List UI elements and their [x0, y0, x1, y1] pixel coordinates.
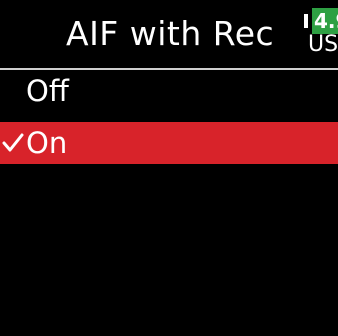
battery-tip-icon [304, 14, 308, 28]
screen-title: AIF with Rec [66, 14, 275, 53]
option-list: Off On [0, 70, 338, 174]
option-on-label: On [26, 126, 68, 160]
title-bar: AIF with Rec 4.9 USB [0, 0, 338, 68]
option-off-label: Off [26, 74, 69, 108]
option-off[interactable]: Off [0, 70, 338, 112]
battery-level: 4.9 [312, 8, 338, 34]
power-source-label: USB [308, 32, 338, 57]
option-on[interactable]: On [0, 122, 338, 164]
checkmark-icon [2, 122, 24, 164]
battery-indicator: 4.9 USB [304, 8, 338, 62]
